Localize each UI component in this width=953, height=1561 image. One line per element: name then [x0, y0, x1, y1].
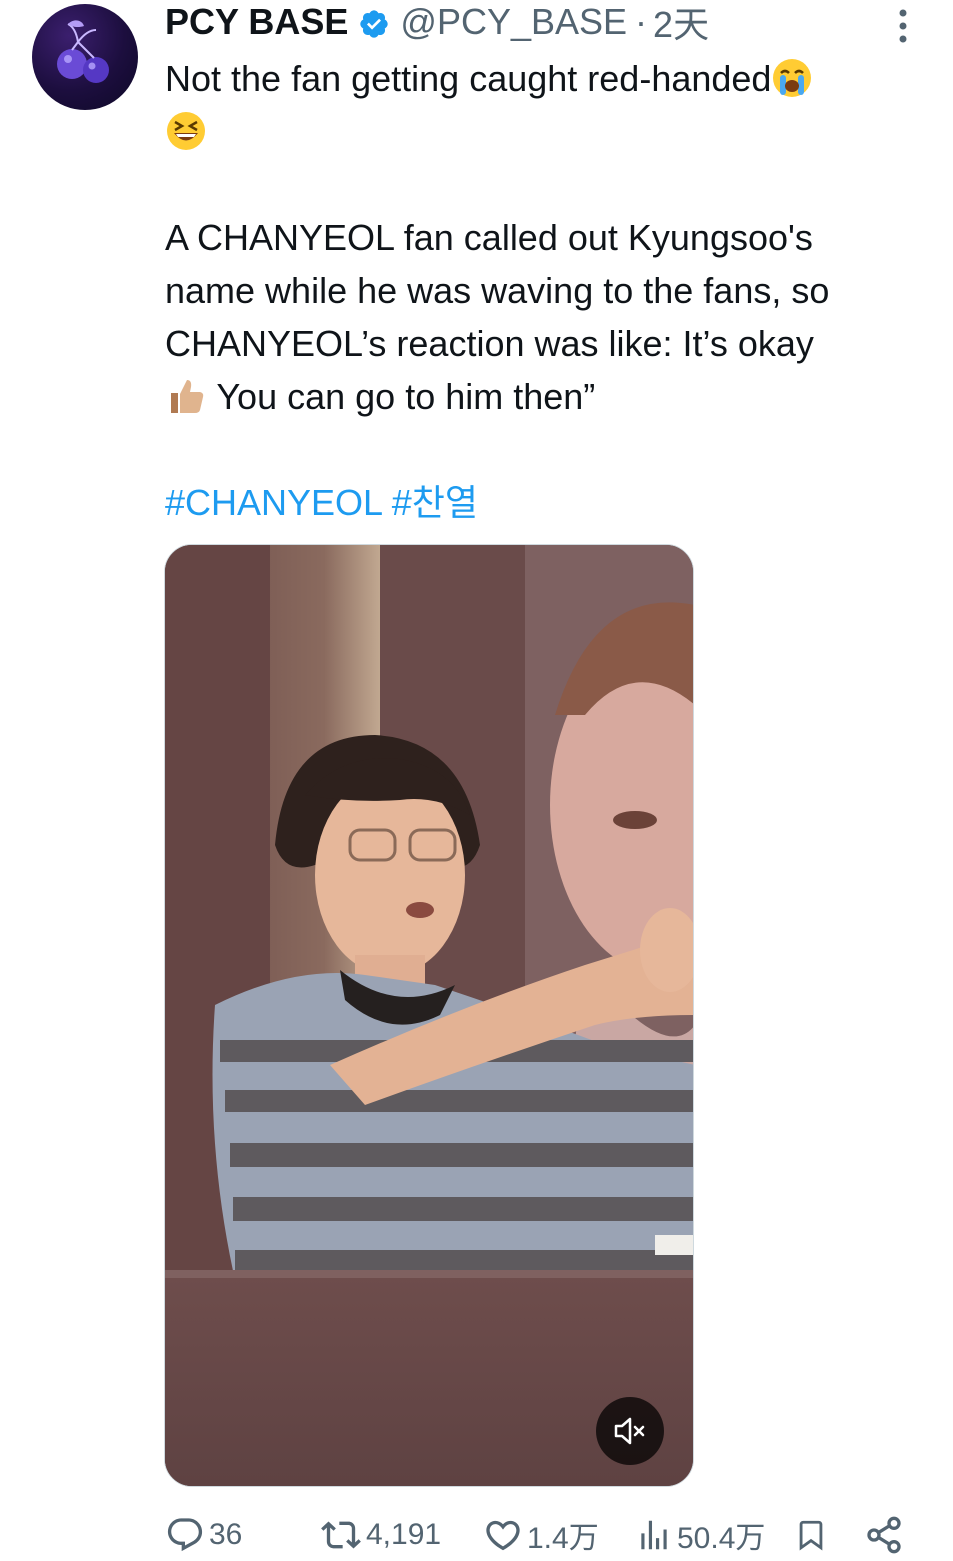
- share-button[interactable]: [864, 1510, 904, 1560]
- tweet-action-bar: 36 4,191 1.4万 50.4万: [0, 1510, 953, 1560]
- retweet-button[interactable]: 4,191: [320, 1510, 441, 1560]
- reply-icon: [167, 1518, 203, 1552]
- thumbs-up-emoji: [165, 375, 207, 417]
- tweet-text-line: CHANYEOL’s reaction was like: It’s okay: [165, 323, 814, 364]
- bookmark-button[interactable]: [794, 1510, 828, 1560]
- tweet-text-line: Not the fan getting caught red-handed: [165, 52, 935, 105]
- bookmark-icon: [799, 1520, 823, 1551]
- like-count: 1.4万: [527, 1522, 599, 1555]
- views-button[interactable]: 50.4万: [635, 1510, 765, 1560]
- like-button[interactable]: 1.4万: [483, 1510, 599, 1560]
- grinning-squinting-face-emoji: [165, 110, 207, 152]
- hashtag-list: #CHANYEOL #찬열: [165, 476, 478, 529]
- reply-count: 36: [209, 1518, 243, 1551]
- video-player[interactable]: [164, 544, 694, 1487]
- avatar[interactable]: [32, 4, 138, 110]
- video-thumbnail: [165, 545, 693, 1486]
- tweet-text: Not the fan getting caught red-handed A …: [165, 52, 935, 423]
- retweet-icon: [321, 1521, 361, 1549]
- author-display-name[interactable]: PCY BASE: [165, 1, 348, 43]
- heart-icon: [486, 1520, 520, 1551]
- view-count: 50.4万: [677, 1522, 766, 1555]
- more-options-icon[interactable]: [893, 6, 913, 46]
- views-icon: [641, 1520, 667, 1550]
- author-handle[interactable]: @PCY_BASE: [400, 1, 627, 43]
- loudly-crying-face-emoji: [771, 57, 813, 99]
- tweet-text-line: name while he was waving to the fans, so: [165, 270, 830, 311]
- hashtag-link[interactable]: #찬열: [392, 482, 478, 523]
- tweet-text-line: You can go to him then”: [165, 370, 935, 423]
- cherry-icon: [57, 20, 109, 83]
- share-icon: [867, 1516, 901, 1554]
- reply-button[interactable]: 36: [165, 1510, 242, 1560]
- speaker-muted-icon: [614, 1417, 645, 1445]
- verified-badge-icon: [358, 7, 390, 39]
- tweet-text-line: A CHANYEOL fan called out Kyungsoo's: [165, 217, 813, 258]
- tweet-header: PCY BASE @PCY_BASE · 2天: [165, 0, 709, 45]
- separator-dot: ·: [635, 1, 648, 42]
- mute-button[interactable]: [596, 1397, 664, 1465]
- retweet-count: 4,191: [366, 1518, 442, 1551]
- hashtag-link[interactable]: #CHANYEOL: [165, 482, 382, 523]
- tweet-text-line: [165, 105, 935, 158]
- tweet-timestamp[interactable]: 2天: [653, 0, 709, 48]
